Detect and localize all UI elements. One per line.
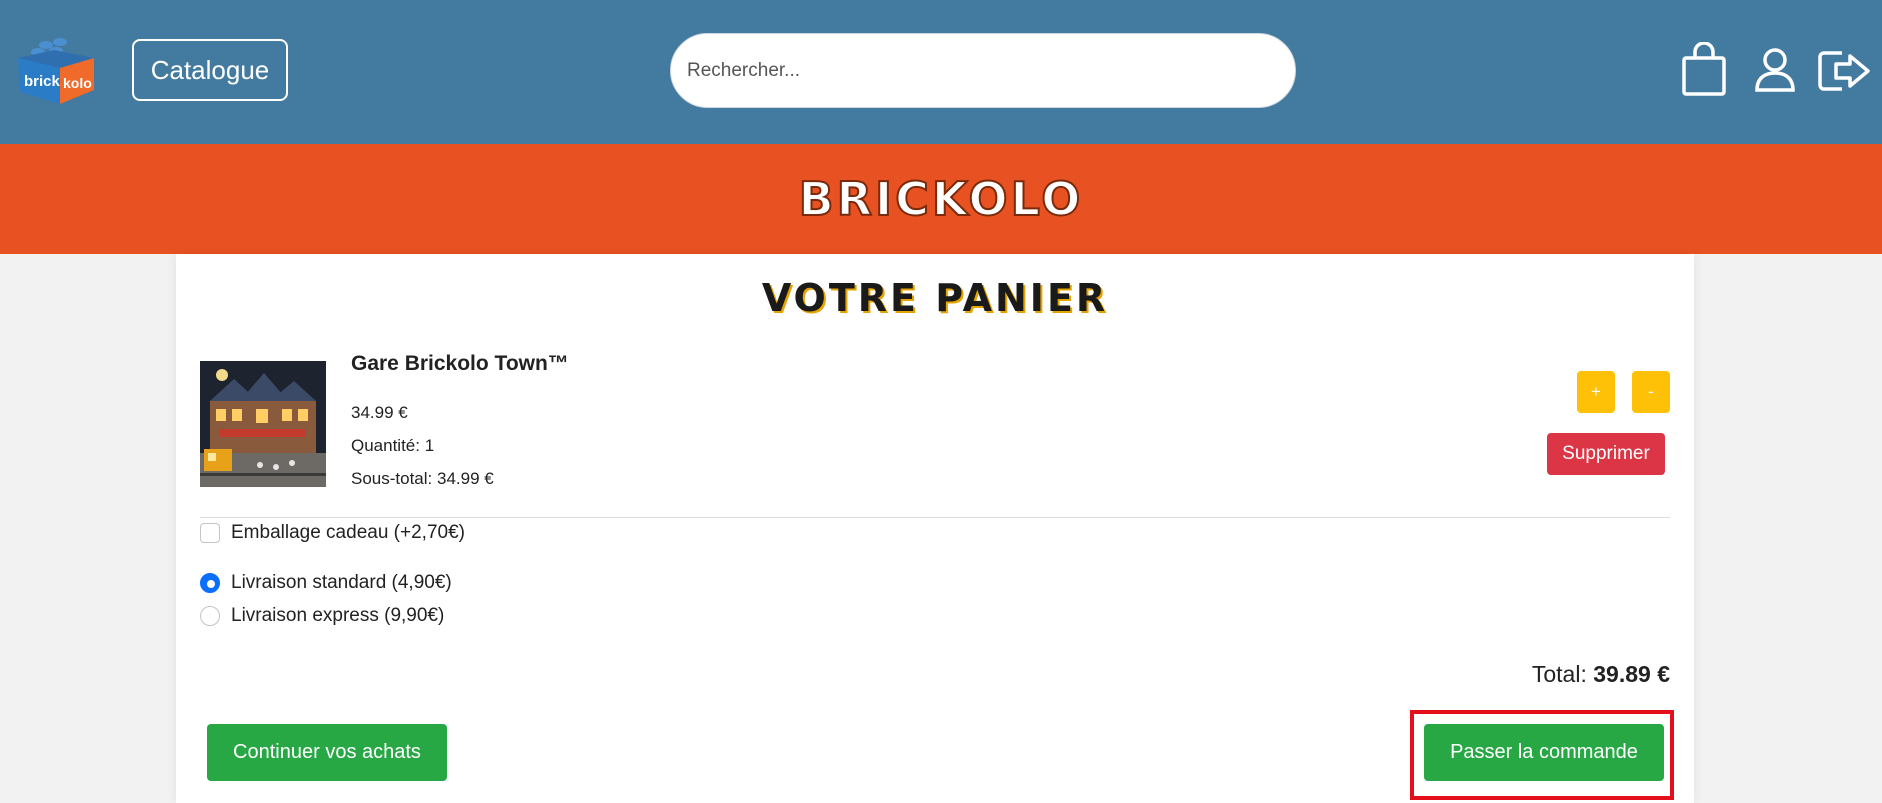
shipping-express-option[interactable]: Livraison express (9,90€)	[200, 605, 444, 627]
brickolo-logo[interactable]: brick kolo	[16, 36, 98, 106]
logo-text-brick: brick	[24, 73, 61, 90]
top-navbar: brick kolo Catalogue	[0, 0, 1882, 144]
total-label: Total:	[1531, 661, 1587, 687]
shipping-standard-label: Livraison standard (4,90€)	[231, 572, 452, 593]
logout-icon[interactable]	[1818, 50, 1872, 92]
gift-wrap-checkbox[interactable]	[200, 523, 220, 543]
shipping-express-radio[interactable]	[200, 606, 220, 626]
gift-wrap-label: Emballage cadeau (+2,70€)	[231, 522, 465, 543]
logo-text-kolo: kolo	[63, 75, 92, 91]
product-price: 34.99 €	[351, 403, 408, 422]
divider	[200, 517, 1670, 518]
brand-banner: BRICKOLO	[0, 144, 1882, 254]
product-quantity: Quantité: 1	[351, 436, 435, 455]
cart-total: Total: 39.89 €	[1532, 661, 1670, 688]
product-subtotal: Sous-total: 34.99 €	[351, 469, 494, 488]
checkout-highlight-box	[1410, 710, 1674, 800]
delete-item-button[interactable]: Supprimer	[1547, 433, 1665, 475]
shipping-standard-radio[interactable]	[200, 573, 220, 593]
user-icon[interactable]	[1754, 48, 1796, 92]
search-input[interactable]	[670, 33, 1296, 108]
decrease-quantity-button[interactable]: -	[1632, 371, 1670, 413]
shipping-standard-option[interactable]: Livraison standard (4,90€)	[200, 572, 452, 594]
catalogue-button[interactable]: Catalogue	[132, 39, 288, 101]
shopping-bag-icon[interactable]	[1680, 42, 1728, 98]
banner-title: BRICKOLO	[798, 171, 1084, 227]
increase-quantity-button[interactable]: +	[1577, 371, 1615, 413]
gift-wrap-option[interactable]: Emballage cadeau (+2,70€)	[200, 522, 465, 544]
product-image[interactable]	[200, 361, 326, 487]
shipping-express-label: Livraison express (9,90€)	[231, 605, 445, 626]
continue-shopping-button[interactable]: Continuer vos achats	[207, 724, 447, 781]
product-name[interactable]: Gare Brickolo Town™	[351, 352, 569, 376]
cart-title: VOTRE PANIER	[761, 276, 1109, 320]
total-value: 39.89 €	[1593, 661, 1670, 687]
